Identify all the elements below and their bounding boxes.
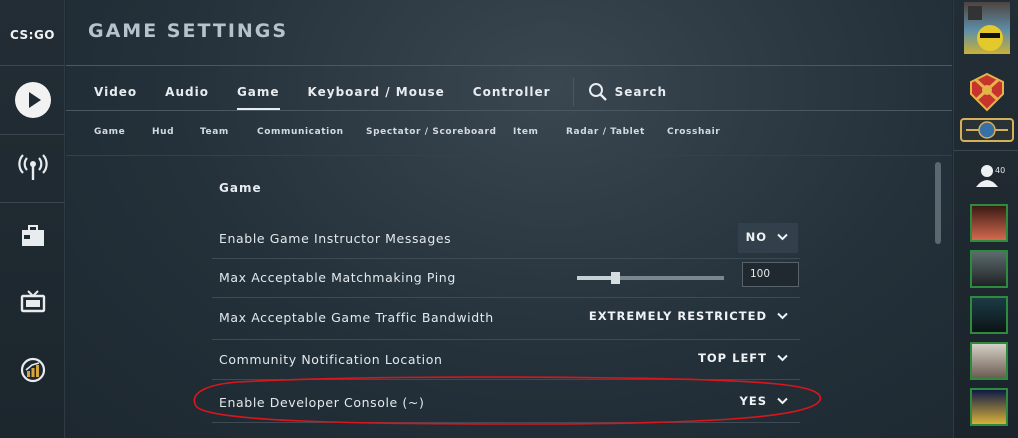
nav-divider — [0, 65, 65, 66]
sidebar-divider — [954, 150, 1018, 151]
tab-divider — [572, 78, 574, 106]
subtab-radar-tablet[interactable]: Radar / Tablet — [566, 127, 667, 137]
left-nav: CS:GO — [0, 0, 65, 438]
tab-audio[interactable]: Audio — [165, 81, 209, 103]
scrollbar[interactable] — [935, 162, 941, 244]
tab-video[interactable]: Video — [94, 81, 137, 103]
setting-row-notification-location: Community Notification Location TOP LEFT — [212, 340, 800, 380]
chevron-down-icon — [777, 397, 788, 405]
ping-slider-fill — [577, 276, 616, 280]
nav-divider — [0, 202, 65, 203]
bandwidth-dropdown[interactable]: EXTREMELY RESTRICTED — [589, 309, 788, 323]
profile-avatar[interactable] — [964, 2, 1010, 54]
subtabs-divider — [66, 155, 952, 156]
setting-label: Max Acceptable Matchmaking Ping — [219, 270, 456, 285]
stats-icon — [20, 357, 45, 383]
notification-location-dropdown[interactable]: TOP LEFT — [698, 351, 788, 365]
ping-input[interactable]: 100 — [742, 262, 799, 287]
chevron-down-icon — [777, 354, 788, 362]
tv-icon — [20, 290, 45, 313]
dropdown-value: NO — [745, 230, 767, 244]
subtab-game[interactable]: Game — [94, 127, 152, 137]
subcategory-tabs: Game Hud Team Communication Spectator / … — [94, 127, 720, 137]
search-button[interactable]: Search — [588, 82, 667, 102]
briefcase-icon — [21, 225, 44, 246]
setting-row-matchmaking-ping: Max Acceptable Matchmaking Ping 100 — [212, 258, 800, 298]
subtab-crosshair[interactable]: Crosshair — [667, 127, 720, 137]
ping-slider-handle[interactable] — [611, 272, 621, 284]
settings-panel: GAME SETTINGS Video Audio Game Keyboard … — [66, 0, 952, 438]
setting-label: Max Acceptable Game Traffic Bandwidth — [219, 310, 494, 325]
friends-button[interactable] — [954, 156, 1018, 196]
tab-controller[interactable]: Controller — [473, 81, 551, 103]
setting-row-traffic-bandwidth: Max Acceptable Game Traffic Bandwidth EX… — [212, 298, 800, 340]
inventory-button[interactable] — [0, 206, 65, 266]
right-sidebar: 40 — [953, 0, 1018, 438]
stats-button[interactable] — [0, 340, 65, 400]
header-divider — [66, 65, 952, 66]
friend-avatar[interactable] — [970, 342, 1008, 380]
game-instructor-value[interactable]: NO — [746, 230, 788, 244]
tab-keyboard-mouse[interactable]: Keyboard / Mouse — [308, 81, 445, 103]
page-title: GAME SETTINGS — [88, 20, 289, 42]
friend-avatar[interactable] — [970, 250, 1008, 288]
watch-button[interactable] — [0, 272, 65, 332]
subtab-spectator-scoreboard[interactable]: Spectator / Scoreboard — [366, 127, 513, 137]
subtab-item[interactable]: Item — [513, 127, 566, 137]
subtab-hud[interactable]: Hud — [152, 127, 200, 137]
medal-icon — [959, 118, 1014, 142]
play-icon — [14, 82, 51, 118]
tabs-divider — [66, 110, 952, 111]
subtab-team[interactable]: Team — [200, 127, 257, 137]
dropdown-value: YES — [739, 394, 767, 408]
dropdown-value: TOP LEFT — [698, 351, 767, 365]
nav-divider — [0, 134, 65, 135]
avatar-icon — [968, 6, 1003, 51]
setting-label: Community Notification Location — [219, 352, 443, 367]
chevron-down-icon — [777, 312, 788, 320]
service-medal[interactable] — [954, 116, 1018, 144]
setting-row-game-instructor: Enable Game Instructor Messages NO — [212, 219, 800, 259]
rank-medal-icon — [969, 72, 1004, 112]
csgo-logo: CS:GO — [9, 28, 56, 42]
setting-label: Enable Developer Console (~) — [219, 395, 425, 410]
dropdown-value: EXTREMELY RESTRICTED — [588, 309, 767, 323]
friends-count: 40 — [995, 166, 1006, 175]
settings-tabs: Video Audio Game Keyboard / Mouse Contro… — [94, 78, 667, 111]
setting-label: Enable Game Instructor Messages — [219, 231, 452, 246]
ping-slider[interactable] — [577, 272, 724, 284]
developer-console-dropdown[interactable]: YES — [740, 394, 788, 408]
watch-broadcast-button[interactable] — [0, 137, 65, 197]
setting-row-developer-console: Enable Developer Console (~) YES — [212, 383, 800, 423]
search-label: Search — [614, 85, 668, 99]
rank-badge[interactable] — [954, 70, 1018, 114]
chevron-down-icon — [777, 233, 788, 241]
friend-avatar[interactable] — [970, 296, 1008, 334]
friend-avatar[interactable] — [970, 388, 1008, 426]
section-title: Game — [219, 181, 262, 195]
search-icon — [588, 83, 607, 101]
friend-avatar[interactable] — [970, 204, 1008, 242]
tab-game[interactable]: Game — [236, 81, 280, 111]
play-button[interactable] — [0, 70, 65, 130]
broadcast-icon — [17, 154, 48, 180]
subtab-communication[interactable]: Communication — [257, 127, 366, 137]
